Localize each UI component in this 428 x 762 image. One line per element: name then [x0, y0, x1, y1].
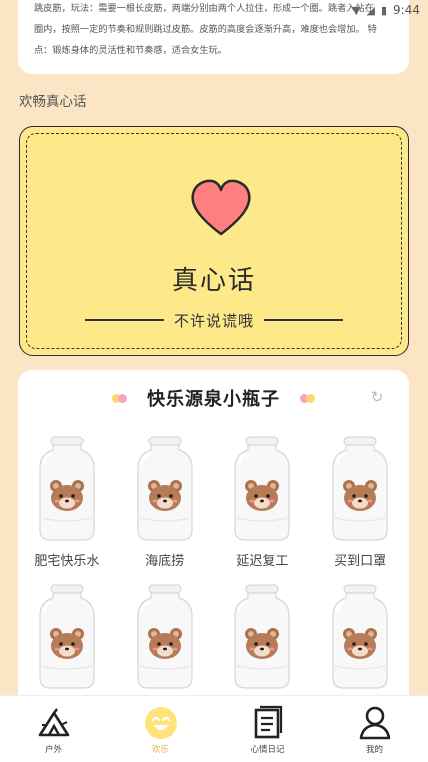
nav-item-mine[interactable]: 我的	[335, 705, 415, 755]
bottle-item[interactable]: 延迟复工	[214, 434, 312, 569]
bear-jar-icon	[332, 436, 388, 541]
refresh-icon[interactable]: ↻	[369, 389, 385, 405]
heart-icon	[191, 179, 251, 236]
happy-bottles-card: 快乐源泉小瓶子 ↻ 肥宅快乐水 海底捞 延迟复工 买到口罩	[18, 370, 409, 710]
diary-icon	[254, 705, 282, 739]
status-bar: ▼ ◢ ▮ 9:44	[308, 0, 428, 20]
signal-icon: ◢	[366, 3, 375, 17]
rules-line: 点：锻炼身体的灵活性和节奏感，适合女生玩。	[34, 45, 227, 56]
bear-jar-icon	[39, 436, 95, 541]
nav-label: 我的	[365, 745, 383, 755]
bottle-item[interactable]: 买到口罩	[311, 434, 409, 569]
bear-jar-icon	[137, 436, 193, 541]
user-icon	[359, 706, 390, 740]
bear-jar-icon	[234, 436, 290, 541]
truth-subtitle: 不许说谎哦	[174, 311, 255, 330]
truth-subtitle-row: 不许说谎哦	[85, 310, 344, 330]
bottle-item[interactable]: 肥宅快乐水	[18, 434, 116, 569]
bottles-header: 快乐源泉小瓶子	[18, 386, 409, 410]
truth-card[interactable]: 真心话 不许说谎哦	[19, 126, 409, 356]
nav-item-diary[interactable]: 心情日记	[228, 705, 308, 755]
status-time: 9:44	[393, 3, 420, 17]
bear-jar-icon	[39, 584, 95, 689]
bottle-grid: 肥宅快乐水 海底捞 延迟复工 买到口罩	[18, 434, 409, 710]
nav-item-outdoor[interactable]: 户外	[14, 705, 94, 755]
wifi-icon: ▼	[352, 3, 361, 17]
bottle-item[interactable]	[311, 582, 409, 710]
bottom-nav: 户外 欢乐 心情日记 我的	[0, 695, 428, 762]
bottle-label: 延迟复工	[236, 554, 289, 569]
section-title: 欢畅真心话	[19, 94, 87, 110]
bear-jar-icon	[332, 584, 388, 689]
bottle-item[interactable]	[214, 582, 312, 710]
tent-icon	[38, 708, 69, 737]
battery-icon: ▮	[380, 3, 388, 17]
nav-label: 户外	[44, 745, 62, 755]
truth-card-dashed-border: 真心话 不许说谎哦	[26, 133, 402, 349]
decor-dots-icon	[112, 393, 127, 403]
bottle-item[interactable]	[18, 582, 116, 710]
bottle-label: 买到口罩	[334, 554, 387, 569]
decor-dots-icon	[300, 393, 315, 403]
bottle-label: 海底捞	[145, 554, 185, 569]
nav-item-fun[interactable]: 欢乐	[121, 705, 201, 755]
bottle-item[interactable]: 海底捞	[116, 434, 214, 569]
bottles-title: 快乐源泉小瓶子	[147, 389, 280, 410]
bear-jar-icon	[137, 584, 193, 689]
bottle-label: 肥宅快乐水	[34, 554, 100, 569]
rules-line: 圈内，按照一定的节奏和规则跳过皮筋。皮筋的高度会逐渐升高，难度也会增加。 特	[34, 24, 377, 35]
nav-label: 心情日记	[250, 745, 285, 755]
divider-line	[264, 319, 344, 321]
nav-label: 欢乐	[151, 745, 169, 755]
bottle-item[interactable]	[116, 582, 214, 710]
truth-title: 真心话	[171, 266, 256, 296]
bear-jar-icon	[234, 584, 290, 689]
divider-line	[85, 319, 164, 321]
smile-icon	[144, 707, 177, 739]
